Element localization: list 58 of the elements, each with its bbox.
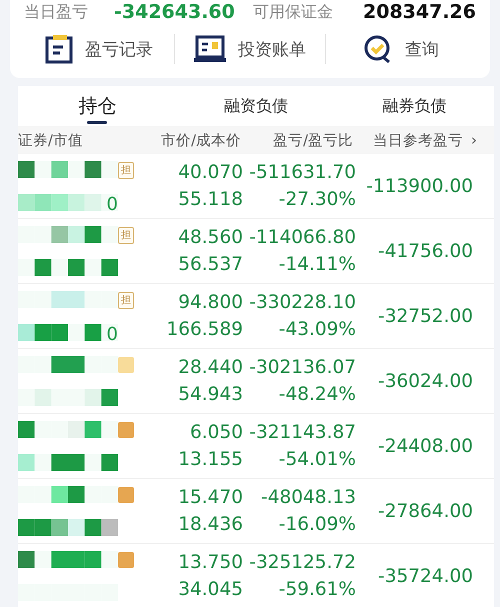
profit-loss-ratio: -16.09% [278, 514, 356, 535]
market-price: 40.070 [178, 162, 243, 183]
margin-value: 208347.26 [363, 1, 476, 23]
profit-loss: -511631.70 [249, 162, 356, 183]
cost-price: 166.589 [166, 319, 243, 340]
tab[interactable]: 融资负债 [176, 86, 336, 126]
margin-tag: 担 [118, 227, 134, 244]
margin-tag: 担 [118, 292, 134, 309]
shortcut-button[interactable]: 盈亏记录 [24, 34, 174, 64]
profit-loss-ratio: -48.24% [278, 384, 356, 405]
market-price: 6.050 [190, 422, 243, 443]
laptop-icon [194, 35, 226, 63]
profit-loss: -321143.87 [249, 422, 356, 443]
profit-loss: -330228.10 [249, 292, 356, 313]
profit-loss-ratio: -14.11% [278, 254, 356, 275]
profit-loss-ratio: -43.09% [278, 319, 356, 340]
market-price: 15.470 [178, 487, 243, 508]
column-header[interactable]: 证券/市值 [18, 130, 123, 150]
cost-price: 55.118 [178, 189, 243, 210]
market-price: 28.440 [178, 357, 243, 378]
profit-loss: -325125.72 [249, 552, 356, 573]
cost-price: 13.155 [178, 449, 243, 470]
chevron-icon[interactable]: › [471, 131, 477, 149]
shortcut-button[interactable]: 投资账单 [175, 35, 325, 63]
shortcut-button[interactable]: 查询 [326, 34, 476, 64]
daily-reference-pl: -113900.00 [365, 176, 473, 196]
profit-loss: -302136.07 [249, 357, 356, 378]
column-header[interactable]: 盈亏/盈亏比 [241, 130, 353, 150]
profit-loss-ratio: -27.30% [278, 189, 356, 210]
column-header[interactable]: 市价/成本价 [123, 130, 241, 150]
stock-code: 0 [106, 194, 118, 215]
profit-loss: -48048.13 [261, 487, 356, 508]
daily-pl-value: -342643.60 [114, 1, 235, 23]
tab[interactable]: 持仓 [18, 86, 177, 126]
daily-reference-pl: -24408.00 [377, 436, 473, 456]
search-icon [363, 34, 393, 64]
daily-reference-pl: -35724.00 [377, 566, 473, 586]
tab[interactable]: 融券负债 [335, 86, 494, 126]
cost-price: 56.537 [178, 254, 243, 275]
margin-tag: 担 [118, 162, 134, 179]
daily-reference-pl: -41756.00 [377, 240, 473, 262]
profit-loss-ratio: -54.01% [278, 449, 356, 470]
profit-loss-ratio: -59.61% [278, 579, 356, 600]
cost-price: 54.943 [178, 384, 243, 405]
market-price: 94.800 [178, 292, 243, 313]
profit-loss: -114066.80 [249, 227, 356, 248]
cost-price: 18.436 [178, 514, 243, 535]
note-icon [45, 34, 73, 64]
daily-reference-pl: -32752.00 [377, 306, 473, 326]
market-price: 13.750 [178, 552, 243, 573]
margin-label: 可用保证金 [252, 2, 333, 22]
daily-pl-label: 当日盈亏 [24, 2, 88, 22]
column-header[interactable]: 当日参考盈亏 [353, 130, 463, 150]
daily-reference-pl: -27864.00 [377, 500, 473, 522]
market-price: 48.560 [178, 227, 243, 248]
cost-price: 34.045 [178, 579, 243, 600]
stock-code: 0 [106, 324, 118, 345]
daily-reference-pl: -36024.00 [377, 370, 473, 392]
